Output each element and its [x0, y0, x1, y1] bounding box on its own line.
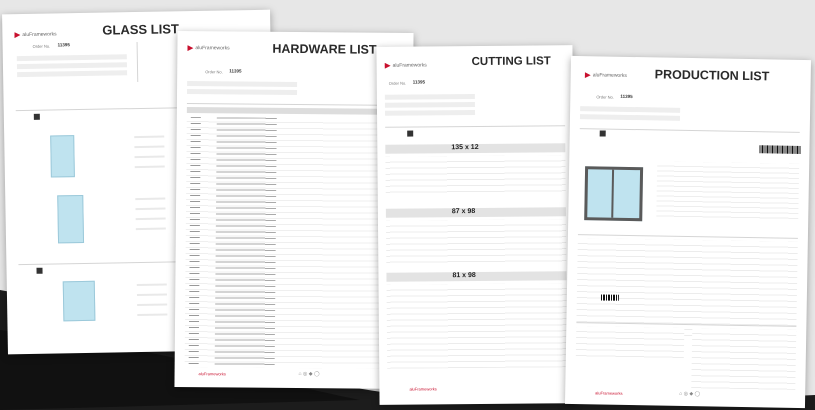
production-list-title: PRODUCTION LIST	[654, 67, 770, 84]
order-label: Order No.	[596, 94, 614, 100]
accessory-table-right	[691, 328, 797, 390]
order-number: 11395	[412, 79, 426, 85]
glass-pane	[62, 280, 96, 322]
barcode	[759, 145, 802, 154]
section-header	[386, 271, 567, 282]
divider	[579, 128, 800, 133]
meta-row	[16, 54, 127, 62]
section-badge	[599, 130, 606, 137]
section-badge	[33, 113, 40, 120]
section-badge	[407, 130, 414, 137]
section-heading: 135 x 12	[451, 143, 479, 152]
spec-row	[134, 135, 165, 139]
cutting-list-title: CUTTING LIST	[471, 55, 551, 69]
section-header	[385, 207, 566, 218]
hardware-table	[184, 117, 403, 369]
brand-arrow-icon	[14, 32, 20, 38]
glass-list-title: GLASS LIST	[102, 21, 180, 38]
glass-pane	[57, 194, 85, 244]
footer-icons: ⌂ ◎ ◆ ◯	[298, 371, 320, 378]
order-label: Order No.	[388, 80, 407, 86]
order-number: 11395	[57, 42, 70, 48]
footer-logo: aluFrameworks	[409, 386, 437, 392]
cutting-rows	[385, 155, 566, 197]
meta-row	[580, 106, 681, 113]
meta-row	[187, 81, 298, 88]
cutting-rows	[385, 219, 567, 265]
window-frame-drawing	[584, 166, 644, 222]
brand-arrow-icon	[585, 72, 591, 78]
spec-row	[134, 145, 165, 149]
hardware-list-title: HARDWARE LIST	[272, 41, 377, 57]
spec-row	[134, 155, 165, 159]
footer-icons: ⌂ ◎ ◆ ◯	[679, 390, 701, 398]
meta-row	[384, 94, 475, 100]
barcode	[600, 294, 619, 301]
cutting-rows	[386, 283, 568, 369]
order-number: 11395	[620, 93, 633, 100]
footer-logo: aluFrameworks	[198, 371, 226, 377]
meta-row	[384, 110, 476, 116]
spec-table	[656, 161, 800, 220]
brand-logo: aluFrameworks	[385, 62, 427, 68]
glass-pane	[50, 135, 75, 178]
spec-row	[135, 217, 166, 221]
meta-row	[187, 89, 298, 96]
footer-logo: aluFrameworks	[595, 390, 623, 396]
spec-row	[135, 207, 166, 211]
order-label: Order No.	[32, 43, 51, 49]
spec-row	[134, 165, 165, 169]
meta-row	[384, 102, 475, 108]
divider	[385, 125, 566, 128]
divider	[186, 103, 403, 106]
meta-row	[16, 62, 127, 70]
spec-row	[137, 313, 168, 317]
brand-logo: aluFrameworks	[585, 72, 627, 79]
brand-arrow-icon	[187, 45, 193, 51]
section-heading: 81 x 98	[452, 272, 476, 280]
brand-logo: aluFrameworks	[187, 45, 230, 51]
accessory-table-left	[575, 326, 685, 360]
meta-row	[579, 114, 681, 121]
section-badge	[36, 267, 43, 274]
spec-row	[137, 303, 168, 307]
order-number: 11395	[229, 68, 242, 74]
meta-row	[17, 70, 128, 78]
spec-row	[136, 293, 167, 297]
cutting-list-sheet: aluFrameworks CUTTING LIST Order No. 113…	[376, 45, 576, 405]
spec-row	[136, 283, 167, 287]
divider	[136, 42, 139, 83]
section-heading: 87 x 98	[451, 208, 476, 216]
table-header	[186, 107, 403, 115]
brand-arrow-icon	[385, 63, 391, 69]
spec-row	[135, 227, 166, 231]
spec-row	[135, 197, 166, 201]
order-label: Order No.	[205, 69, 223, 75]
frame-mullion	[611, 169, 615, 218]
production-list-sheet: aluFrameworks PRODUCTION LIST Order No. …	[564, 55, 812, 409]
brand-logo: aluFrameworks	[14, 31, 57, 38]
